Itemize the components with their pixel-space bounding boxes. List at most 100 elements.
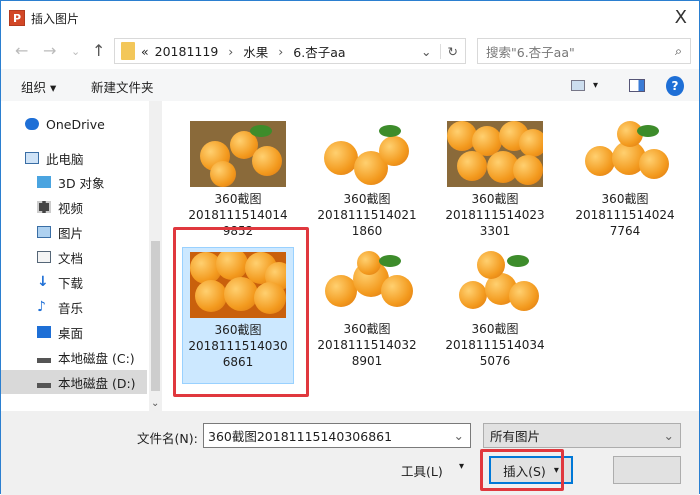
view-dropdown[interactable]: ▾: [593, 80, 598, 91]
view-icon[interactable]: [571, 80, 585, 91]
file-name-line: 7764: [609, 224, 641, 238]
file-item[interactable]: 360截图 2018111514024 7764: [569, 121, 681, 239]
document-icon: [37, 251, 51, 263]
breadcrumb-separator[interactable]: ›: [278, 44, 283, 59]
sidebar-item-label: OneDrive: [46, 116, 105, 132]
preview-pane-icon[interactable]: [629, 79, 645, 92]
apricot-shape: [457, 151, 487, 181]
up-button[interactable]: ↑: [92, 41, 105, 60]
leaf-shape: [379, 255, 401, 267]
file-name: 360截图 2018111514021 1860: [311, 191, 423, 239]
file-name-line: 360截图: [471, 192, 519, 206]
recent-locations-button[interactable]: ⌄: [71, 45, 80, 58]
navigation-scrollbar[interactable]: ⌄: [149, 101, 162, 411]
file-name-line: 8901: [351, 354, 383, 368]
apricot-shape: [379, 136, 409, 166]
address-dropdown[interactable]: ⌄: [421, 44, 431, 59]
file-name-line: 2018111514032: [317, 338, 417, 352]
apricot-shape: [324, 141, 358, 175]
cancel-button[interactable]: [613, 456, 681, 484]
file-item[interactable]: 360截图 2018111514034 5076: [439, 251, 551, 369]
highlight-box: [480, 449, 564, 491]
close-button[interactable]: X: [675, 7, 687, 28]
file-name-line: 360截图: [471, 322, 519, 336]
leaf-shape: [637, 125, 659, 137]
refresh-button[interactable]: ↻: [439, 43, 465, 59]
sidebar-item-label: 文档: [58, 250, 84, 266]
thumbnail-image: [447, 121, 543, 187]
file-name-line: 2018111514024: [575, 208, 675, 222]
tools-dropdown[interactable]: ▾: [459, 461, 464, 472]
file-name-line: 2018111514021: [317, 208, 417, 222]
apricot-shape: [459, 281, 487, 309]
highlight-box: [173, 227, 309, 397]
window-title: 插入图片: [31, 11, 80, 26]
thumbnail-image: [319, 251, 415, 317]
file-type-select[interactable]: 所有图片 ⌄: [483, 423, 681, 448]
file-item[interactable]: 360截图 2018111514023 3301: [439, 121, 551, 239]
file-item[interactable]: 360截图 2018111514032 8901: [311, 251, 423, 369]
file-name-line: 2018111514014: [188, 208, 288, 222]
sidebar-item-documents[interactable]: 文档: [1, 245, 147, 269]
sidebar-item-onedrive[interactable]: OneDrive: [1, 112, 147, 136]
sidebar-item-label: 图片: [58, 225, 84, 241]
sidebar-item-downloads[interactable]: ↓ 下载: [1, 270, 147, 294]
search-icon[interactable]: ⌕: [675, 43, 682, 59]
sidebar-item-3d-objects[interactable]: 3D 对象: [1, 170, 147, 194]
breadcrumb-separator[interactable]: ›: [228, 44, 233, 59]
sidebar-item-videos[interactable]: 视频: [1, 195, 147, 219]
file-item[interactable]: 360截图 2018111514021 1860: [311, 121, 423, 239]
tools-button[interactable]: 工具(L): [401, 461, 443, 480]
thumbnail-image: [190, 121, 286, 187]
file-name: 360截图 2018111514032 8901: [311, 321, 423, 369]
apricot-shape: [509, 281, 539, 311]
sidebar-item-this-pc[interactable]: 此电脑: [1, 146, 147, 170]
sidebar-item-drive-d[interactable]: 本地磁盘 (D:): [1, 370, 147, 394]
path-overflow[interactable]: «: [141, 44, 149, 59]
file-name-line: 360截图: [343, 192, 391, 206]
new-folder-button[interactable]: 新建文件夹: [91, 77, 154, 96]
title-bar: P 插入图片: [9, 8, 79, 28]
leaf-shape: [379, 125, 401, 137]
breadcrumb-apricot[interactable]: 6.杏子aa: [293, 42, 345, 61]
sidebar-item-pictures[interactable]: 图片: [1, 220, 147, 244]
chevron-down-icon[interactable]: ⌄: [454, 428, 464, 443]
back-button[interactable]: ←: [15, 41, 28, 60]
picture-icon: [37, 226, 51, 238]
organize-button[interactable]: 组织 ▾: [21, 77, 56, 96]
file-item[interactable]: 360截图 2018111514014 9852: [182, 121, 294, 239]
file-type-value: 所有图片: [490, 429, 541, 444]
search-input[interactable]: 搜索"6.杏子aa" ⌕: [477, 38, 691, 64]
drive-icon: [37, 382, 51, 388]
thumbnail-image: [447, 251, 543, 317]
apricot-shape: [585, 146, 615, 176]
file-name-line: 5076: [479, 354, 511, 368]
apricot-shape: [477, 251, 505, 279]
apricot-shape: [252, 146, 282, 176]
filename-label: 文件名(N):: [137, 431, 198, 446]
apricot-shape: [513, 155, 543, 185]
file-name-line: 360截图: [343, 322, 391, 336]
sidebar-item-label: 下载: [58, 275, 84, 291]
address-bar[interactable]: « 20181119 › 水果 › 6.杏子aa ⌄ ↻: [114, 38, 466, 64]
file-name: 360截图 2018111514023 3301: [439, 191, 551, 239]
sidebar-item-label: 视频: [58, 200, 84, 216]
scroll-down-button[interactable]: ⌄: [151, 398, 159, 409]
sidebar-item-drive-c[interactable]: 本地磁盘 (C:): [1, 345, 147, 369]
file-name-line: 1860: [351, 224, 383, 238]
file-name-line: 2018111514034: [445, 338, 545, 352]
file-name-line: 2018111514023: [445, 208, 545, 222]
breadcrumb-20181119[interactable]: 20181119: [155, 44, 219, 59]
chevron-down-icon[interactable]: ⌄: [664, 428, 674, 443]
filename-input[interactable]: 360截图20181115140306861 ⌄: [203, 423, 471, 448]
sidebar-item-desktop[interactable]: 桌面: [1, 320, 147, 344]
apricot-shape: [210, 161, 236, 187]
sidebar-item-music[interactable]: ♪ 音乐: [1, 295, 147, 319]
scrollbar-thumb[interactable]: [151, 241, 160, 391]
breadcrumb-fruit[interactable]: 水果: [243, 42, 268, 61]
apricot-shape: [639, 149, 669, 179]
download-icon: ↓: [37, 274, 49, 290]
forward-button[interactable]: →: [43, 41, 56, 60]
help-icon[interactable]: ?: [666, 76, 684, 96]
navigation-pane: OneDrive 此电脑 3D 对象 视频 图片 文档 ↓ 下载 ♪ 音乐 桌面 本…: [1, 101, 163, 411]
